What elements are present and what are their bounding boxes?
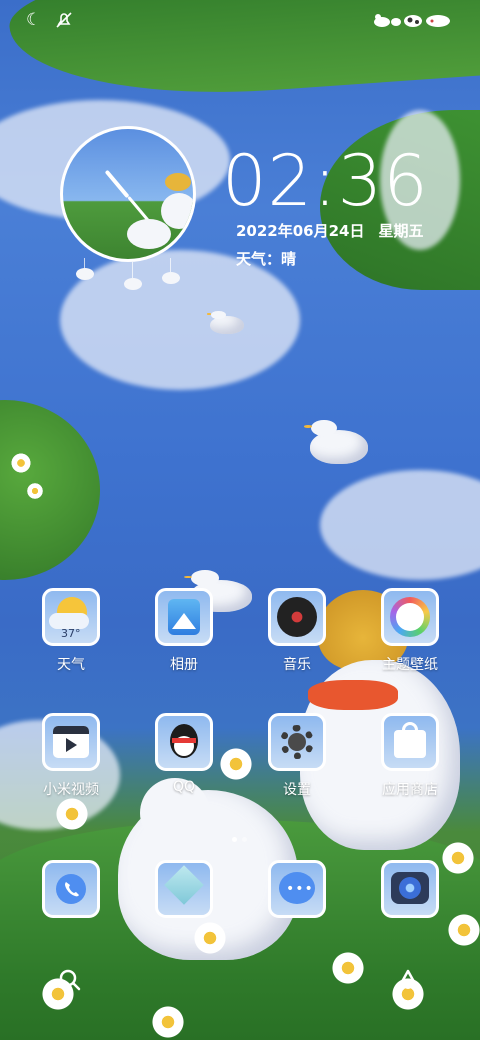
penguin-scarf-glyph [172,738,196,743]
cube-glyph [164,865,204,905]
clapper-top-glyph [53,726,89,734]
file-manager-icon [155,860,213,918]
date-row: 2022年06月24日 星期五 [236,220,438,241]
play-glyph [66,738,77,752]
app-music[interactable]: 音乐 [247,588,347,688]
assistant-icon[interactable] [388,960,428,1000]
mountain-glyph [172,613,196,629]
ellipsis-glyph: ••• [286,881,314,897]
dock-phone[interactable] [21,860,121,930]
app-label: 音乐 [283,657,311,673]
app-gallery[interactable]: 相册 [134,588,234,688]
gear-center-glyph [288,733,306,751]
app-label: 天气 [57,657,85,673]
clock-duck [161,193,193,229]
lens-glyph [399,877,421,899]
hill-left [0,400,100,580]
app-label: 主题壁纸 [382,657,438,673]
page-dot [242,837,247,842]
palette-center-glyph [396,603,424,631]
page-indicator[interactable] [232,827,252,842]
daisy [150,1004,186,1040]
app-themes[interactable]: 主题壁纸 [360,588,460,688]
music-icon [268,588,326,646]
notifications-muted-icon [54,10,74,35]
clock-duck-hat [165,173,191,191]
daisy [10,452,32,474]
cloud-reflection [320,470,480,580]
moon-icon: ☾ [26,10,42,30]
messages-icon: ••• [268,860,326,918]
swimming-duck [304,419,368,464]
video-icon [42,713,100,771]
daisy [330,950,366,986]
dock-camera[interactable] [360,860,460,930]
qq-icon [155,713,213,771]
duck-status-icon [372,12,402,33]
app-store[interactable]: 应用商店 [360,713,460,813]
temperature-badge: 37° [61,627,81,640]
daisy [26,482,44,500]
app-settings[interactable]: 设置 [247,713,347,813]
app-label: 应用商店 [382,782,438,798]
app-label: 小米视频 [43,782,99,798]
app-qq[interactable]: QQ [134,713,234,813]
weather-icon: 37° [42,588,100,646]
themes-icon [381,588,439,646]
search-icon[interactable] [50,960,90,1000]
hanging-duck [76,268,94,280]
camera-icon [381,860,439,918]
settings-icon [268,713,326,771]
bag-handle-glyph [402,722,418,736]
app-label: QQ [172,779,196,795]
app-label: 设置 [283,782,311,798]
dock-file-manager[interactable] [134,860,234,930]
cow-status-icon [402,12,424,33]
swimming-duck [206,310,244,334]
app-label: 相册 [170,657,198,673]
dock-messages[interactable]: ••• [247,860,347,930]
vinyl-glyph [277,597,317,637]
clock-duck [127,219,171,249]
app-weather[interactable]: 37° 天气 [21,588,121,688]
page-dot-active [232,837,237,842]
date-text: 2022年06月24日 [236,222,365,240]
gallery-icon [155,588,213,646]
weather-text[interactable]: 天气：晴 [236,248,296,269]
status-bar: ☾ [0,0,480,40]
hanging-duck [124,278,142,290]
analog-clock-widget[interactable] [60,126,196,262]
weekday-text: 星期五 [378,222,424,240]
hanging-string [170,258,171,272]
hanging-string [132,262,133,278]
digital-clock[interactable]: 02:36 [222,142,442,220]
sheep-status-icon [424,12,452,33]
app-video[interactable]: 小米视频 [21,713,121,813]
phone-icon [42,860,100,918]
clock-hour-hand [104,169,130,199]
app-store-icon [381,713,439,771]
hanging-duck [162,272,180,284]
cloud-reflection [60,250,300,390]
